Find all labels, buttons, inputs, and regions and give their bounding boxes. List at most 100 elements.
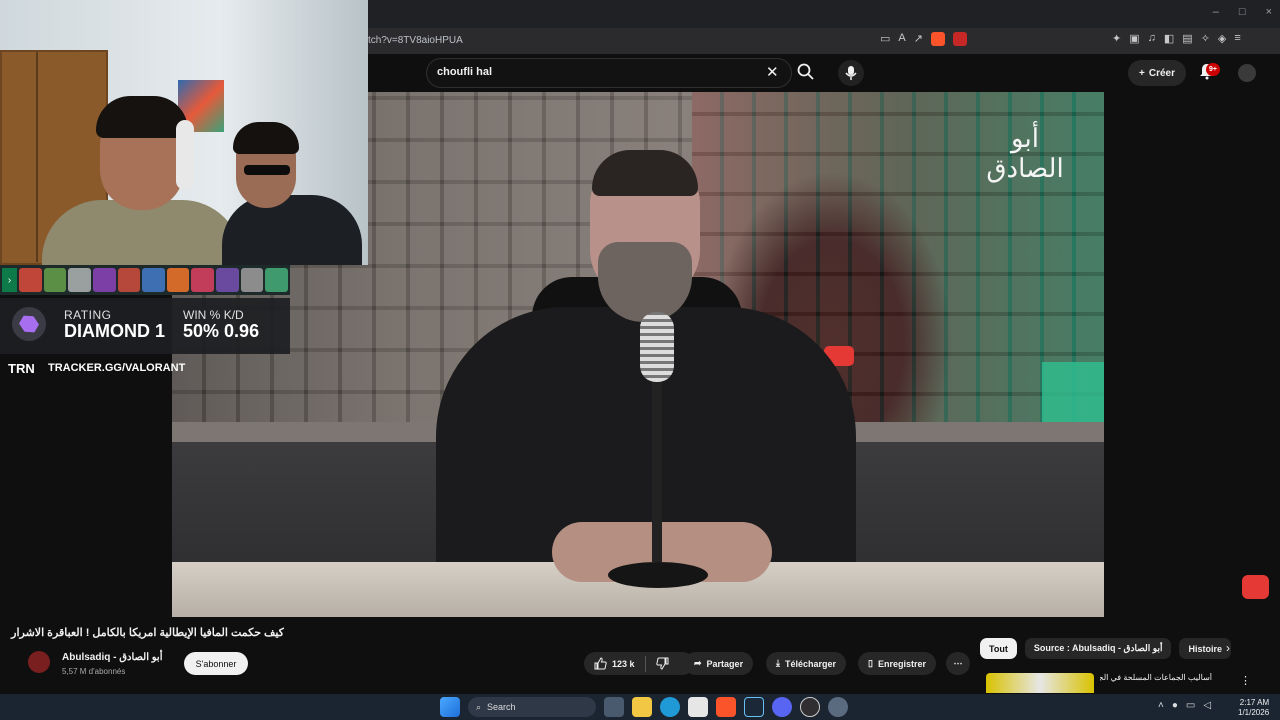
webcam-overlay <box>0 0 368 265</box>
media-icon[interactable]: ♫ <box>1148 32 1156 45</box>
steam-icon[interactable] <box>744 697 764 717</box>
recommendation-thumbnail[interactable] <box>986 673 1094 693</box>
share-button[interactable]: ➦ Partager <box>684 652 754 675</box>
agent-portrait <box>166 268 190 292</box>
win-kd-label: WIN % K/D <box>183 308 244 322</box>
search-input[interactable]: choufli hal <box>437 66 492 78</box>
streamer-2-hair <box>233 122 299 154</box>
close-window-button[interactable]: × <box>1266 6 1272 18</box>
voice-search-button[interactable] <box>838 60 864 86</box>
brave-shields-icon[interactable] <box>930 32 945 46</box>
leo-icon[interactable]: ✧ <box>1201 32 1210 45</box>
file-explorer-icon[interactable] <box>632 697 652 717</box>
agent-portrait <box>43 268 67 292</box>
channel-watermark-logo: أبو الصادق <box>986 124 1064 184</box>
bookmark-icon: ▯ <box>868 658 873 668</box>
translate-icon[interactable]: A <box>898 32 905 46</box>
agent-portrait <box>142 268 165 292</box>
extensions-icon[interactable]: ✦ <box>1112 32 1121 45</box>
notification-count-badge: 9+ <box>1206 63 1220 76</box>
brave-icon[interactable] <box>716 697 736 717</box>
win-value: 50% <box>183 321 220 341</box>
rating-label: RATING <box>64 308 112 322</box>
split-view-icon[interactable]: ◧ <box>1164 32 1174 45</box>
like-button[interactable]: 123 k <box>594 657 635 670</box>
thumbs-down-icon[interactable] <box>655 657 669 670</box>
create-button[interactable]: + Créer <box>1128 60 1186 86</box>
chevron-right-icon[interactable]: › <box>1226 641 1230 655</box>
microphone <box>640 312 674 382</box>
taskbar-search[interactable]: ⌕ Search <box>468 697 596 717</box>
download-button[interactable]: ⤓ Télécharger <box>766 652 847 675</box>
brave-rewards-icon[interactable] <box>952 32 967 46</box>
create-label: Créer <box>1148 67 1175 79</box>
taskbar-apps: ⌕ Search <box>440 697 848 717</box>
network-icon[interactable]: ▭ <box>1186 700 1195 711</box>
widgets-icon[interactable] <box>604 697 624 717</box>
share-page-icon[interactable]: ↗ <box>914 32 923 46</box>
menu-icon[interactable]: ≡ <box>1234 32 1240 45</box>
recommendation-more-icon[interactable]: ⋮ <box>1240 674 1251 687</box>
account-avatar[interactable] <box>1238 64 1256 82</box>
glasses <box>244 165 290 175</box>
plus-icon: + <box>1139 67 1145 79</box>
system-tray: ˄ ● ▭ ◁ <box>1158 700 1211 711</box>
agent-portrait <box>265 268 288 292</box>
recommendation-title[interactable]: أساليب الجماعات المسلحة في الجزر الخالية <box>1100 673 1212 682</box>
vpn-icon[interactable]: ◈ <box>1218 32 1226 45</box>
cast-icon[interactable]: ▭ <box>880 32 890 46</box>
share-icon: ➦ <box>694 658 702 668</box>
agent-portrait <box>240 268 264 292</box>
minimize-button[interactable]: – <box>1213 6 1219 18</box>
agent-portrait <box>92 268 116 292</box>
filter-chip[interactable]: Tout <box>980 638 1017 659</box>
toolbar-icons: ✦ ▣ ♫ ◧ ▤ ✧ ◈ ≡ <box>1112 32 1241 45</box>
obs-icon[interactable] <box>800 697 820 717</box>
channel-name[interactable]: Abulsadiq - أبو الصادق <box>62 652 163 663</box>
save-button[interactable]: ▯ Enregistrer <box>858 652 936 675</box>
url-text[interactable]: tch?v=8TV8aioHPUA <box>368 35 463 46</box>
channel-avatar[interactable] <box>28 651 50 673</box>
mic-base <box>608 562 708 588</box>
maximize-button[interactable]: □ <box>1239 6 1246 18</box>
address-bar-icons: ▭ A ↗ <box>880 32 967 46</box>
mic-tray-icon[interactable]: ● <box>1172 700 1178 711</box>
thumbs-up-icon <box>594 657 607 670</box>
wardrobe-divider <box>36 52 38 262</box>
more-icon: ⋯ <box>953 658 963 668</box>
save-label: Enregistrer <box>877 658 926 669</box>
subscribe-button[interactable]: S'abonner <box>184 652 248 675</box>
rank-badge-icon <box>12 307 46 341</box>
taskbar-clock[interactable]: 2:17 AM 1/1/2026 <box>1238 698 1269 718</box>
diamond-gem-icon <box>17 312 42 337</box>
filter-chip[interactable]: Histoire <box>1179 638 1231 659</box>
filter-chips: Tout Source : Abulsadiq - أبو الصادق Histo… <box>980 638 1231 659</box>
discord-icon[interactable] <box>772 697 792 717</box>
edge-icon[interactable] <box>660 697 680 717</box>
filter-chip[interactable]: Source : Abulsadiq - أبو الصادق <box>1024 638 1172 659</box>
volume-icon[interactable]: ◁ <box>1203 700 1211 711</box>
streamer-1-hair <box>96 96 188 138</box>
agent-strip: › <box>0 265 290 295</box>
store-icon[interactable] <box>688 697 708 717</box>
search-icon: ⌕ <box>476 701 482 712</box>
tray-overflow-icon[interactable]: ˄ <box>1158 700 1164 711</box>
windows-start-icon[interactable] <box>440 697 460 717</box>
agent-portrait <box>191 268 215 292</box>
settings-icon[interactable] <box>828 697 848 717</box>
search-icon[interactable] <box>796 62 816 82</box>
headset <box>176 120 194 190</box>
more-actions-button[interactable]: ⋯ <box>946 652 970 675</box>
win-kd-value: 50% 0.96 <box>183 321 259 342</box>
clear-search-icon[interactable]: ✕ <box>766 63 779 81</box>
window-controls: – □ × <box>1213 6 1272 18</box>
sidebar-icon[interactable]: ▣ <box>1129 32 1139 45</box>
download-icon: ⤓ <box>776 658 780 668</box>
wallet-icon[interactable]: ▤ <box>1182 32 1192 45</box>
win-label: WIN % <box>183 308 221 322</box>
mic-stand <box>652 382 662 562</box>
clock-time: 2:17 AM <box>1239 698 1270 707</box>
agent-portrait <box>117 268 141 292</box>
presenter-hair <box>592 150 698 196</box>
youtube-subscribe-watermark-icon[interactable] <box>1242 575 1269 599</box>
